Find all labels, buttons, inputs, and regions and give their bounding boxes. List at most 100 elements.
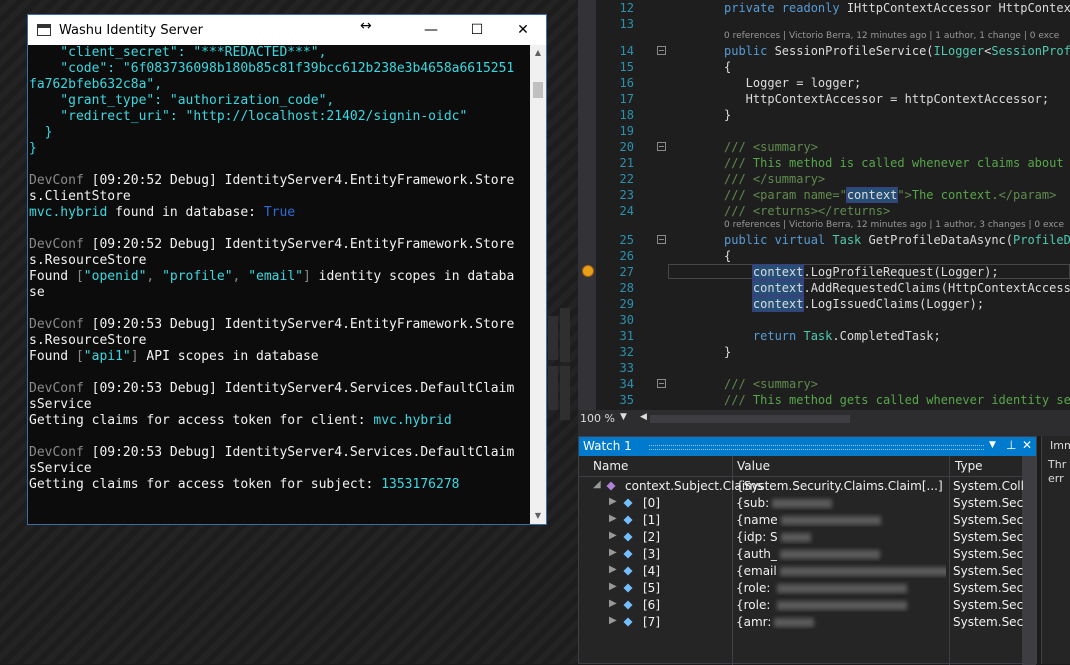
code-line[interactable]: 27 context.LogProfileRequest(Logger); [578,264,1070,280]
watch-name[interactable]: [2] [643,530,660,544]
column-value[interactable]: Value [737,459,770,473]
redacted-value [774,618,815,627]
watch-value[interactable]: {email [736,564,946,578]
code-line[interactable]: 32} [578,344,1070,360]
watch-name[interactable]: [5] [643,581,660,595]
watch-name[interactable]: [3] [643,547,660,561]
immediate-window[interactable]: Imm Thr err [1041,436,1070,664]
console-text: [ [75,269,84,284]
expand-icon[interactable]: ▶ [609,496,617,507]
code-line[interactable]: 17 HttpContextAccessor = httpContextAcce… [578,91,1070,107]
code-line[interactable]: 19 [578,123,1070,139]
code-line[interactable]: 29 context.LogIssuedClaims(Logger); [578,296,1070,312]
watch-name[interactable]: [0] [643,496,660,510]
watch-name[interactable]: [6] [643,598,660,612]
expand-icon[interactable]: ▶ [609,581,617,592]
watch-row[interactable]: ◢ context.Subject.Claims {System.Security.… [579,478,1023,495]
watch-type: System.Secu [953,513,1023,527]
collapse-icon[interactable]: ◢ [593,479,601,490]
watch-name[interactable]: [1] [643,513,660,527]
console-output[interactable]: "client_secret": "***REDACTED***", "code… [28,45,530,524]
console-window[interactable]: Washu Identity Server — ☐ ✕ "client_secr… [27,14,547,525]
close-button[interactable]: ✕ [500,15,546,45]
pin-icon[interactable]: ⊥ [1006,438,1016,452]
expand-icon[interactable]: ▶ [609,547,617,558]
zoom-level-select[interactable]: 100 % [580,412,615,425]
close-icon[interactable]: ✕ [1022,438,1032,452]
expand-icon[interactable]: ▶ [609,513,617,524]
console-app-icon[interactable] [37,24,51,36]
code-line[interactable]: 12 private readonly IHttpContextAccessor … [578,0,1070,16]
code-line[interactable]: 34 /// <summary> [578,376,1070,392]
scroll-down-icon[interactable]: ▼ [530,508,546,524]
pane-splitter[interactable] [578,428,1070,436]
watch-value[interactable]: {auth_ [736,547,946,561]
window-position-icon[interactable]: ▼ [989,440,996,450]
code-token: ProfileDat [1013,233,1070,247]
console-scrollbar[interactable]: ▲ ▼ [530,45,546,524]
scroll-thumb[interactable] [533,82,543,98]
code-line[interactable]: 26 { [578,248,1070,264]
watch-row[interactable]: ▶ [5] {role: System.Secu [579,580,1023,597]
code-line[interactable]: 18} [578,107,1070,123]
console-titlebar[interactable]: Washu Identity Server — ☐ ✕ [28,15,546,45]
watch-row[interactable]: ▶ [2] {idp: S System.Secu [579,529,1023,546]
scroll-up-icon[interactable]: ▲ [530,45,546,61]
code-token: SessionProfileService( [774,44,934,58]
collapse-icon[interactable] [657,142,666,151]
code-line[interactable]: 28 context.AddRequestedClaims(HttpContex… [578,280,1070,296]
code-line[interactable]: 33 [578,360,1070,376]
expand-icon[interactable]: ▶ [609,598,617,609]
code-line[interactable]: 25 public virtual Task GetProfileDataAsyn… [578,232,1070,248]
expand-icon[interactable]: ▶ [609,530,617,541]
code-line[interactable]: 16 Logger = logger; [578,75,1070,91]
column-type[interactable]: Type [955,459,983,473]
line-number: 31 [619,329,634,343]
watch-value-text: {name [736,513,778,527]
code-line[interactable]: 23 /// <param name="context">The context.… [578,187,1070,203]
watch-titlebar[interactable]: Watch 1 ▼ ⊥ ✕ [579,437,1036,456]
watch-row[interactable]: ▶ [1] {name System.Secu [579,512,1023,529]
code-line[interactable]: 14 public SessionProfileService(ILogger<S… [578,43,1070,59]
column-name[interactable]: Name [593,459,628,473]
watch-value[interactable]: {System.Security.Claims.Claim[...] [736,479,946,493]
minimize-button[interactable]: — [408,15,454,45]
watch-name[interactable]: [7] [643,615,660,629]
watch-row[interactable]: ▶ [0] {sub: System.Secu [579,495,1023,512]
code-line[interactable]: 31 return Task.CompletedTask; [578,328,1070,344]
code-token: SessionProfi [991,44,1070,58]
collapse-icon[interactable] [657,46,666,55]
codelens-info[interactable]: 0 references | Victorio Berra, 12 minute… [724,218,1064,232]
code-line[interactable]: 35 /// This method gets called whenever i… [578,392,1070,408]
code-line[interactable]: 20 /// <summary> [578,139,1070,155]
watch-row[interactable]: ▶ [3] {auth_ System.Secu [579,546,1023,563]
code-line[interactable]: 15 { [578,59,1070,75]
code-line[interactable]: 21 /// This method is called whenever cla… [578,155,1070,171]
watch-row[interactable]: ▶ [7] {amr: System.Secu [579,614,1023,631]
watch-name[interactable]: [4] [643,564,660,578]
expand-icon[interactable]: ▶ [609,564,617,575]
watch-value[interactable]: {idp: S [736,530,946,544]
watch-value[interactable]: {role: [736,598,946,612]
codelens-info[interactable]: 0 references | Victorio Berra, 12 minute… [724,29,1059,43]
watch-value[interactable]: {sub: [736,496,946,510]
code-line[interactable]: 24 /// <returns></returns> [578,203,1070,219]
scroll-left-icon[interactable]: ◀ [640,412,647,422]
watch-window[interactable]: Watch 1 ▼ ⊥ ✕ Name Value Type ◢ context.S… [578,436,1037,665]
maximize-button[interactable]: ☐ [454,15,500,45]
watch-value[interactable]: {role: [736,581,946,595]
code-editor[interactable]: 12 private readonly IHttpContextAccessor … [578,0,1070,410]
collapse-icon[interactable] [657,379,666,388]
expand-icon[interactable]: ▶ [609,615,617,626]
watch-row[interactable]: ▶ [6] {role: System.Secu [579,597,1023,614]
watch-value[interactable]: {amr: [736,615,946,629]
line-number: 18 [619,108,634,122]
watch-value[interactable]: {name [736,513,946,527]
watch-scrollbar[interactable] [1022,456,1036,665]
code-line[interactable]: 30 [578,312,1070,328]
collapse-icon[interactable] [657,235,666,244]
horizontal-scroll-thumb[interactable] [650,415,850,423]
code-line[interactable]: 22 /// </summary> [578,171,1070,187]
watch-row[interactable]: ▶ [4] {email System.Secu [579,563,1023,580]
zoom-dropdown-icon[interactable]: ▼ [620,412,627,422]
